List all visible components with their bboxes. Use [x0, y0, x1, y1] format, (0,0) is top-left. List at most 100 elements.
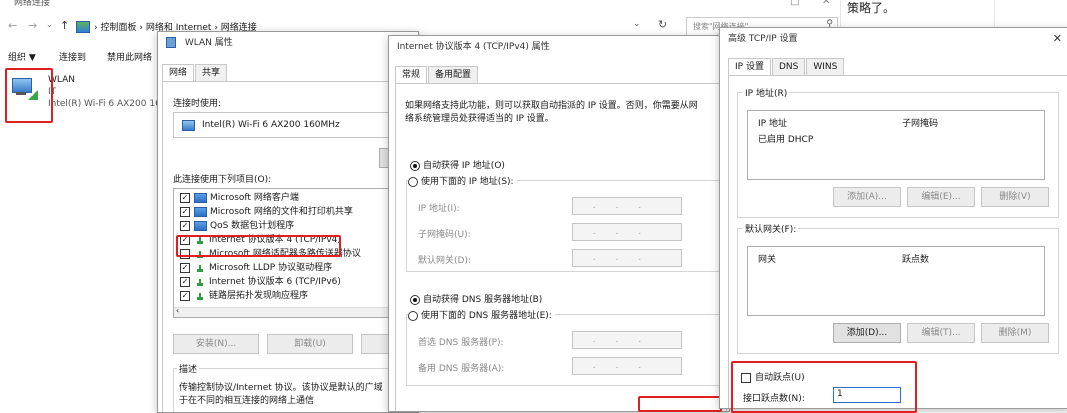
highlight-adapter: [5, 68, 53, 123]
ip-row-dhcp[interactable]: 已启用 DHCP: [758, 132, 813, 145]
description-label: 描述: [177, 362, 200, 375]
tab-general[interactable]: 常规: [395, 66, 428, 84]
connect-using-label: 连接时使用:: [173, 99, 222, 109]
up-icon[interactable]: ↑: [60, 19, 69, 32]
gateway-list[interactable]: 网关 跃点数: [747, 246, 1045, 316]
control-panel-icon: [76, 21, 90, 33]
manual-ip-label: 使用下面的 IP 地址(S):: [421, 177, 514, 187]
tab-sharing[interactable]: 共享: [195, 64, 228, 81]
delete-gateway-button[interactable]: 删除(M): [981, 323, 1049, 343]
adapter-device: Intel(R) Wi-Fi 6 AX200 16: [48, 99, 161, 109]
list-item-label: Internet 协议版本 6 (TCP/IPv6): [209, 277, 341, 287]
note-text: 策略了。: [847, 1, 896, 15]
auto-dns-radio[interactable]: 自动获得 DNS 服务器地址(B): [410, 292, 542, 305]
auto-ip-radio[interactable]: 自动获得 IP 地址(O): [410, 158, 505, 171]
minimize-icon[interactable]: □: [790, 0, 799, 7]
description-text-1: 传输控制协议/Internet 协议。该协议是默认的广域: [179, 383, 383, 393]
network-protocol-icon: [194, 278, 206, 286]
ipv4-intro-1: 如果网络支持此功能，则可以获取自动指派的 IP 设置。否则，你需要从网: [405, 101, 698, 111]
default-gateway-input[interactable]: ...: [572, 249, 682, 267]
computer-icon: [194, 192, 207, 203]
note-panel: 策略了。: [840, 0, 995, 30]
advanced-titlebar: 高级 TCP/IP 设置 ✕: [720, 28, 1067, 50]
chevron-down-icon[interactable]: ⌄: [46, 20, 53, 29]
explorer-titlebar: 网络连接: [0, 0, 850, 10]
list-item-label: 链路层拓扑发现响应程序: [209, 291, 309, 301]
list-item[interactable]: ✓ Microsoft 网络的文件和打印机共享: [180, 206, 353, 219]
radio-icon: [410, 294, 420, 305]
tab-ip-settings[interactable]: IP 设置: [728, 58, 771, 76]
explorer-title: 网络连接: [14, 0, 51, 8]
radio-icon: [408, 176, 418, 187]
auto-dns-label: 自动获得 DNS 服务器地址(B): [423, 295, 543, 305]
device-icon: [182, 120, 195, 131]
list-item[interactable]: ✓ Microsoft 网络客户端: [180, 192, 299, 205]
checkbox-icon[interactable]: ✓: [180, 290, 190, 301]
manual-dns-radio[interactable]: 使用下面的 DNS 服务器地址(E):: [408, 308, 555, 321]
ip-address-list[interactable]: IP 地址 子网掩码 已启用 DHCP: [747, 110, 1045, 180]
list-item[interactable]: ✓ QoS 数据包计划程序: [180, 220, 294, 233]
add-ip-button[interactable]: 添加(A)...: [833, 187, 901, 207]
install-button[interactable]: 安装(N)...: [173, 334, 259, 354]
checkbox-icon[interactable]: ✓: [180, 276, 190, 287]
back-icon[interactable]: ←: [8, 19, 17, 32]
manual-dns-label: 使用下面的 DNS 服务器地址(E):: [421, 311, 552, 321]
list-item-label: Microsoft LLDP 协议驱动程序: [209, 263, 333, 273]
tab-alternate-config[interactable]: 备用配置: [428, 66, 479, 83]
checkbox-icon[interactable]: ✓: [180, 220, 190, 231]
tab-dns[interactable]: DNS: [771, 58, 806, 75]
subnet-mask-label: 子网掩码(U):: [418, 230, 471, 240]
list-item-label: QoS 数据包计划程序: [210, 221, 295, 231]
tab-wins[interactable]: WINS: [806, 58, 845, 75]
add-gateway-button[interactable]: 添加(D)...: [833, 323, 901, 343]
checkbox-icon[interactable]: ✓: [180, 262, 190, 273]
refresh-icon[interactable]: ↻: [658, 18, 667, 31]
network-protocol-icon: [194, 292, 206, 300]
computer-icon: [194, 220, 207, 231]
address-dropdown-icon[interactable]: ⌄: [633, 19, 641, 29]
list-item-label: Microsoft 网络客户端: [210, 193, 299, 203]
list-item[interactable]: ✓ Internet 协议版本 6 (TCP/IPv6): [180, 276, 341, 289]
list-item[interactable]: ✓ 链路层拓扑发现响应程序: [180, 290, 308, 303]
preferred-dns-input[interactable]: ...: [572, 331, 682, 349]
manual-dns-group: [406, 314, 729, 386]
manual-ip-radio[interactable]: 使用下面的 IP 地址(S):: [408, 174, 517, 187]
close-icon[interactable]: ✕: [1053, 28, 1062, 50]
edit-ip-button[interactable]: 编辑(E)...: [907, 187, 975, 207]
gateway-col-header: 网关: [758, 255, 777, 265]
preferred-dns-label: 首选 DNS 服务器(P):: [418, 338, 504, 348]
connect-to-button[interactable]: 连接到: [59, 50, 86, 63]
breadcrumb-item[interactable]: › 控制面板: [94, 23, 136, 33]
checkbox-icon[interactable]: ✓: [180, 192, 190, 203]
wlan-properties-window: WLAN 属性 网络 共享 连接时使用: Intel(R) Wi-Fi 6 AX…: [157, 31, 419, 413]
device-field: Intel(R) Wi-Fi 6 AX200 160MHz: [173, 112, 418, 138]
edit-gateway-button[interactable]: 编辑(T)...: [907, 323, 975, 343]
organize-button[interactable]: 组织 ▼: [8, 50, 36, 63]
metric-col-header: 跃点数: [902, 255, 930, 265]
scrollbar[interactable]: ‹: [174, 306, 418, 317]
radio-icon: [408, 310, 418, 321]
ipv4-titlebar: Internet 协议版本 4 (TCP/IPv4) 属性: [389, 36, 729, 58]
items-label: 此连接使用下列项目(O):: [173, 175, 272, 185]
ip-address-label: IP 地址(I):: [418, 204, 460, 214]
alternate-dns-input[interactable]: ...: [572, 357, 682, 375]
list-item-label: Microsoft 网络的文件和打印机共享: [210, 207, 353, 217]
scroll-left-icon[interactable]: ‹: [176, 306, 179, 315]
ip-address-group-label: IP 地址(R): [743, 86, 790, 99]
subnet-mask-input[interactable]: ...: [572, 223, 682, 241]
uninstall-button[interactable]: 卸载(U): [267, 334, 353, 354]
radio-icon: [410, 160, 420, 171]
forward-icon[interactable]: →: [28, 19, 37, 32]
tab-network[interactable]: 网络: [162, 64, 195, 82]
delete-ip-button[interactable]: 删除(V): [981, 187, 1049, 207]
mask-col-header: 子网掩码: [902, 119, 939, 129]
disable-network-button[interactable]: 禁用此网络: [107, 50, 152, 63]
close-icon[interactable]: ✕: [822, 0, 830, 7]
alternate-dns-label: 备用 DNS 服务器(A):: [418, 364, 505, 374]
wlan-adapter-icon: [166, 37, 176, 48]
wlan-title: WLAN 属性: [184, 38, 233, 48]
ip-address-input[interactable]: ...: [572, 197, 682, 215]
checkbox-icon[interactable]: ✓: [180, 206, 190, 217]
list-item[interactable]: ✓ Microsoft LLDP 协议驱动程序: [180, 262, 332, 275]
highlight-metric-section: [731, 361, 917, 413]
